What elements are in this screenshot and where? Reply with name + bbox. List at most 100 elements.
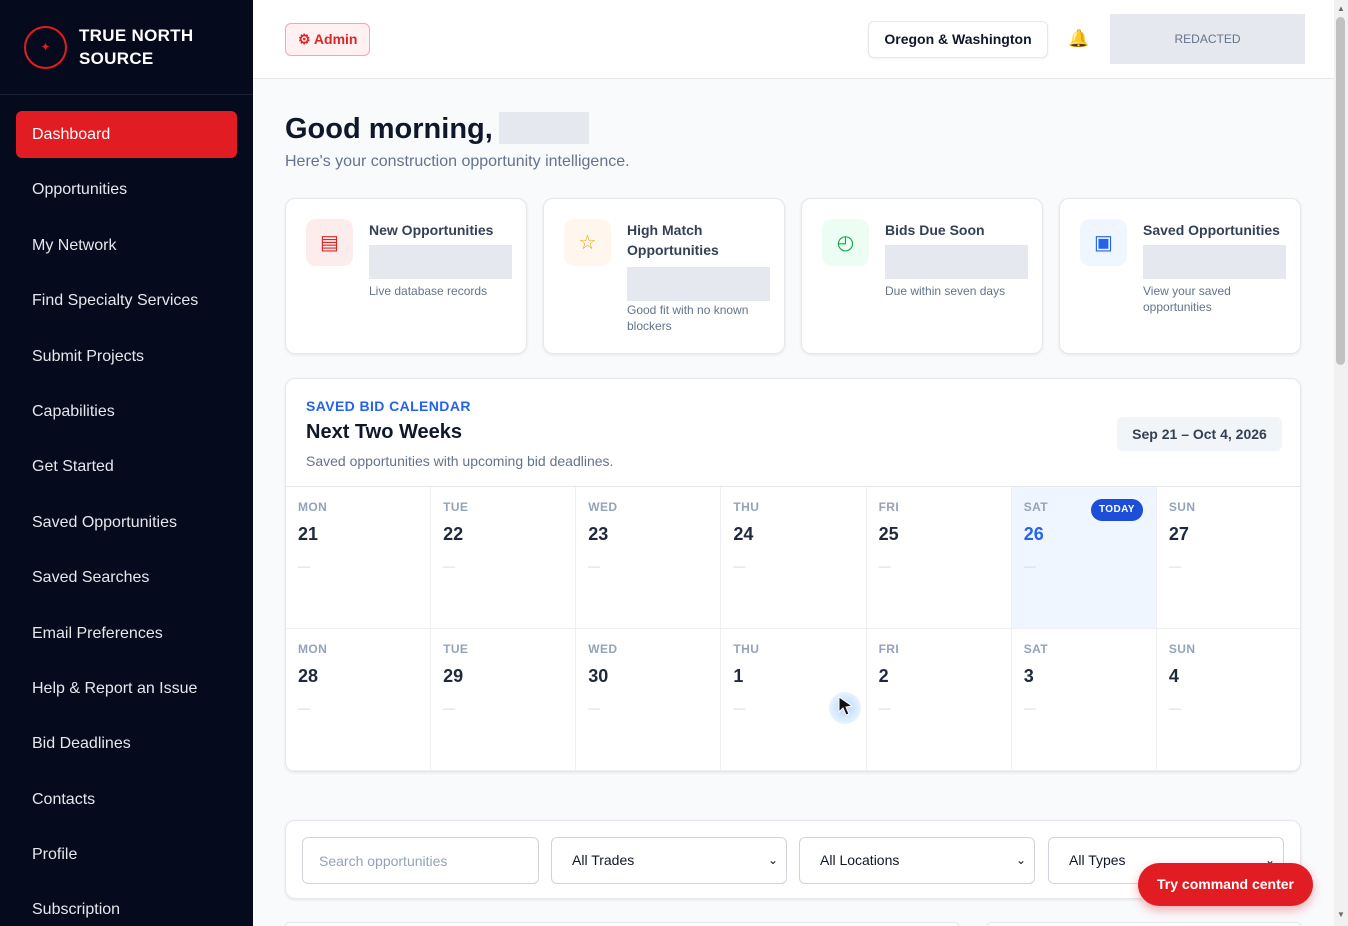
day-empty-marker: — xyxy=(733,559,746,573)
trades-select-value: All Trades xyxy=(572,852,635,868)
sidebar-item-help-report[interactable]: Help & Report an Issue xyxy=(16,665,237,712)
clock-icon: ◴ xyxy=(822,219,869,266)
page-scrollbar[interactable]: ▲ ▼ xyxy=(1334,0,1348,926)
sidebar-item-subscription[interactable]: Subscription xyxy=(16,886,237,926)
stat-card-high-match[interactable]: ☆ High Match Opportunities Good fit with… xyxy=(543,198,785,354)
calendar-day-today[interactable]: SAT 26— TODAY xyxy=(1011,487,1157,629)
user-name-redacted xyxy=(498,112,589,144)
day-of-week: MON xyxy=(298,642,328,656)
scroll-down-arrow-icon[interactable]: ▼ xyxy=(1337,910,1345,919)
sidebar-item-saved-searches[interactable]: Saved Searches xyxy=(16,554,237,601)
trades-select[interactable]: All Trades ⌄ xyxy=(551,837,787,884)
topbar: ⚙ Admin Oregon & Washington 🔔 REDACTED xyxy=(253,0,1334,79)
sidebar-item-profile[interactable]: Profile xyxy=(16,831,237,878)
day-of-week: SUN xyxy=(1168,500,1196,514)
stat-title: Saved Opportunities xyxy=(1143,222,1280,238)
calendar-day[interactable]: FRI 25 — xyxy=(866,487,1012,629)
sidebar-item-dashboard[interactable]: Dashboard xyxy=(16,111,237,158)
bell-icon[interactable]: 🔔 xyxy=(1068,29,1089,49)
scroll-up-arrow-icon[interactable]: ▲ xyxy=(1337,4,1345,13)
command-center-button[interactable]: Try command center xyxy=(1138,863,1313,906)
calendar-kicker: SAVED BID CALENDAR xyxy=(306,398,471,414)
calendar-day[interactable]: SAT 3 — xyxy=(1011,629,1157,771)
sidebar-item-submit-projects[interactable]: Submit Projects xyxy=(16,333,237,380)
day-number: 29 xyxy=(443,666,464,686)
calendar-day[interactable]: MON 21 — xyxy=(286,487,432,629)
stat-card-saved-opportunities[interactable]: ▣ Saved Opportunities View your saved op… xyxy=(1059,198,1301,354)
day-number: 30 xyxy=(588,666,609,686)
sidebar-item-opportunities[interactable]: Opportunities xyxy=(16,166,237,213)
stat-card-bids-due-soon[interactable]: ◴ Bids Due Soon Due within seven days xyxy=(801,198,1043,354)
day-of-week: TUE xyxy=(443,500,469,514)
calendar-day[interactable]: WED 30 — xyxy=(576,629,722,771)
day-of-week: WED xyxy=(588,500,618,514)
brand[interactable]: ✦ TRUE NORTH SOURCE xyxy=(0,0,253,95)
sidebar-item-saved-opportunities[interactable]: Saved Opportunities xyxy=(16,499,237,546)
locations-select[interactable]: All Locations ⌄ xyxy=(799,837,1035,884)
sidebar-item-my-network[interactable]: My Network xyxy=(16,222,237,269)
day-empty-marker: — xyxy=(878,701,891,715)
sidebar: ✦ TRUE NORTH SOURCE Dashboard Opportunit… xyxy=(0,0,253,926)
stat-card-new-opportunities[interactable]: ▤ New Opportunities Live database record… xyxy=(285,198,527,354)
search-input[interactable] xyxy=(302,837,539,884)
page-title: Good morning, xyxy=(285,112,589,146)
day-number: 4 xyxy=(1168,666,1179,686)
calendar-day[interactable]: TUE 29 — xyxy=(431,629,577,771)
sidebar-item-capabilities[interactable]: Capabilities xyxy=(16,388,237,435)
sidebar-item-contacts[interactable]: Contacts xyxy=(16,776,237,823)
day-number: 21 xyxy=(298,524,319,544)
stat-value-redacted xyxy=(369,245,512,279)
scrollbar-thumb[interactable] xyxy=(1336,17,1345,365)
calendar-day[interactable]: WED 23 — xyxy=(576,487,722,629)
day-empty-marker: — xyxy=(1023,559,1036,573)
day-empty-marker: — xyxy=(443,559,456,573)
day-of-week: WED xyxy=(588,642,618,656)
brand-name: TRUE NORTH SOURCE xyxy=(79,26,194,68)
stat-value-redacted xyxy=(627,267,770,301)
day-of-week: THU xyxy=(733,500,760,514)
sidebar-item-email-preferences[interactable]: Email Preferences xyxy=(16,610,237,657)
document-list-icon: ▤ xyxy=(306,219,353,266)
day-number: 23 xyxy=(588,524,609,544)
day-number: 1 xyxy=(733,666,744,686)
day-number: 27 xyxy=(1168,524,1189,544)
calendar-subtitle: Saved opportunities with upcoming bid de… xyxy=(306,453,614,469)
day-of-week: SAT xyxy=(1023,642,1049,656)
calendar-day[interactable]: FRI 2 — xyxy=(866,629,1012,771)
locations-select-value: All Locations xyxy=(820,852,900,868)
user-menu[interactable]: REDACTED xyxy=(1110,14,1305,64)
stat-subtitle: View your saved opportunities xyxy=(1143,284,1231,314)
stat-value-redacted xyxy=(885,245,1028,279)
day-empty-marker: — xyxy=(1168,559,1181,573)
admin-badge[interactable]: ⚙ Admin xyxy=(285,23,371,56)
sidebar-item-bid-deadlines[interactable]: Bid Deadlines xyxy=(16,720,237,767)
day-of-week: MON xyxy=(298,500,328,514)
day-of-week: FRI xyxy=(878,642,900,656)
day-number: 22 xyxy=(443,524,464,544)
calendar-day[interactable]: TUE 22 — xyxy=(431,487,577,629)
today-badge: TODAY xyxy=(1090,499,1143,521)
next-section-card xyxy=(987,922,1301,926)
day-of-week: TUE xyxy=(443,642,469,656)
day-empty-marker: — xyxy=(588,559,601,573)
sidebar-item-find-specialty-services[interactable]: Find Specialty Services xyxy=(16,277,237,324)
day-number: 26 xyxy=(1023,524,1044,544)
saved-bid-calendar: SAVED BID CALENDAR Next Two Weeks Saved … xyxy=(285,378,1301,772)
star-icon: ☆ xyxy=(564,219,611,266)
day-empty-marker: — xyxy=(1023,701,1036,715)
calendar-day[interactable]: SUN 27 — xyxy=(1156,487,1300,629)
region-selector-button[interactable]: Oregon & Washington xyxy=(868,21,1048,58)
stat-subtitle: Live database records xyxy=(369,284,488,298)
calendar-day[interactable]: THU 24 — xyxy=(721,487,867,629)
sidebar-item-get-started[interactable]: Get Started xyxy=(16,443,237,490)
greeting-text: Good morning, xyxy=(285,113,493,145)
day-empty-marker: — xyxy=(298,559,310,573)
calendar-day[interactable]: MON 28 — xyxy=(286,629,432,771)
types-select-value: All Types xyxy=(1069,852,1126,868)
stat-subtitle: Good fit with no known blockers xyxy=(627,303,749,333)
stat-title: New Opportunities xyxy=(369,222,494,238)
day-empty-marker: — xyxy=(1168,701,1181,715)
calendar-day[interactable]: SUN 4 — xyxy=(1156,629,1300,771)
calendar-grid: MON 21 — TUE 22 — WED 23 — THU 24— FRI 25— SAT 26… xyxy=(286,486,1300,771)
bookmark-square-icon: ▣ xyxy=(1080,219,1127,266)
